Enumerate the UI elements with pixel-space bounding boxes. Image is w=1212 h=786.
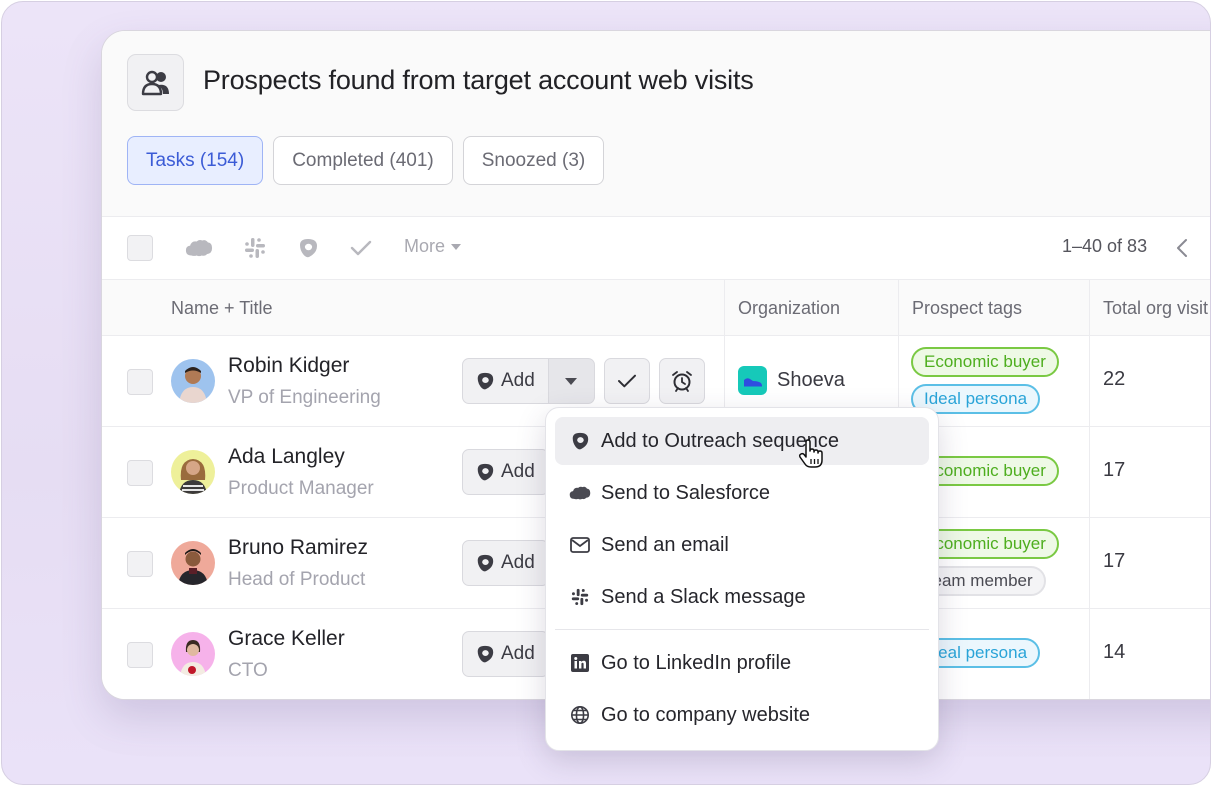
add-label: Add [501, 370, 535, 391]
tab-bar: Tasks (154) Completed (401) Snoozed (3) [127, 136, 605, 185]
caret-down-icon [565, 377, 578, 385]
visit-count: 17 [1103, 459, 1126, 481]
add-to-sequence-button[interactable]: Add [462, 540, 549, 586]
card-header: Prospects found from target account web … [102, 31, 1210, 217]
tab-tasks[interactable]: Tasks (154) [127, 136, 264, 185]
add-to-sequence-button[interactable]: Add [462, 358, 549, 404]
outreach-icon [477, 372, 494, 390]
column-header-total-visits[interactable]: Total org visit [1090, 280, 1208, 336]
linkedin-icon [569, 652, 591, 674]
row-checkbox[interactable] [127, 460, 153, 486]
menu-item-add-to-sequence[interactable]: Add to Outreach sequence [555, 417, 929, 465]
complete-button[interactable] [603, 358, 650, 404]
add-options-dropdown-toggle[interactable] [548, 358, 595, 404]
avatar [171, 359, 215, 403]
add-label: Add [501, 461, 535, 482]
column-divider [1089, 280, 1090, 699]
background-frame: Prospects found from target account web … [1, 1, 1211, 785]
menu-item-company-website[interactable]: Go to company website [555, 691, 929, 739]
add-button-group: Add [462, 358, 705, 404]
column-header-organization[interactable]: Organization [725, 280, 840, 336]
avatar [171, 632, 215, 676]
column-header-prospect-tags[interactable]: Prospect tags [899, 280, 1022, 336]
outreach-icon [477, 554, 494, 572]
organization-name: Shoeva [777, 369, 845, 391]
select-all-checkbox[interactable] [127, 235, 153, 261]
snooze-button[interactable] [658, 358, 705, 404]
alarm-clock-icon [671, 371, 692, 392]
caret-down-icon [451, 243, 462, 250]
pagination-label: 1–40 of 83 [1062, 236, 1148, 256]
prospect-name[interactable]: Ada Langley [228, 445, 345, 469]
row-checkbox[interactable] [127, 551, 153, 577]
row-checkbox[interactable] [127, 642, 153, 668]
slack-icon [569, 586, 591, 608]
menu-item-label: Go to LinkedIn profile [601, 651, 792, 674]
tab-snoozed[interactable]: Snoozed (3) [462, 136, 605, 185]
avatar [171, 450, 215, 494]
check-icon [617, 374, 636, 388]
add-to-sequence-button[interactable]: Add [462, 449, 549, 495]
outreach-icon [477, 463, 494, 481]
salesforce-icon[interactable] [185, 236, 213, 260]
mail-icon [569, 534, 591, 556]
check-icon[interactable] [347, 236, 375, 260]
add-to-sequence-button[interactable]: Add [462, 631, 549, 677]
slack-icon[interactable] [241, 236, 269, 260]
prospect-name[interactable]: Bruno Ramirez [228, 536, 368, 560]
tab-completed[interactable]: Completed (401) [273, 136, 453, 185]
add-button-group: Add [462, 540, 549, 586]
prospect-name[interactable]: Grace Keller [228, 627, 345, 651]
shoeva-logo-icon [738, 366, 767, 395]
chevron-left-icon[interactable] [1172, 235, 1192, 261]
menu-item-linkedin[interactable]: Go to LinkedIn profile [555, 639, 929, 687]
salesforce-icon [569, 482, 591, 504]
add-button-group: Add [462, 449, 549, 495]
avatar [171, 541, 215, 585]
add-options-menu: Add to Outreach sequence Send to Salesfo… [545, 407, 939, 751]
menu-item-label: Send an email [601, 533, 729, 556]
more-label: More [404, 236, 446, 256]
menu-item-send-email[interactable]: Send an email [555, 521, 929, 569]
prospect-name[interactable]: Robin Kidger [228, 354, 349, 378]
people-icon [127, 54, 184, 111]
organization-cell[interactable]: Shoeva [738, 366, 845, 395]
tag-economic-buyer[interactable]: Economic buyer [911, 347, 1059, 377]
menu-divider [555, 629, 929, 630]
prospect-title: Head of Product [228, 569, 366, 590]
visit-count: 22 [1103, 368, 1126, 390]
menu-item-label: Send to Salesforce [601, 481, 770, 504]
menu-item-label: Add to Outreach sequence [601, 429, 839, 452]
menu-item-send-slack[interactable]: Send a Slack message [555, 573, 929, 621]
outreach-icon[interactable] [294, 236, 322, 260]
page-title: Prospects found from target account web … [203, 65, 754, 95]
visit-count: 17 [1103, 550, 1126, 572]
tag-list: Economic buyer Ideal persona [911, 347, 1059, 414]
bulk-toolbar: More 1–40 of 83 [102, 217, 1210, 280]
prospect-title: VP of Engineering [228, 387, 381, 408]
visit-count: 14 [1103, 641, 1126, 663]
prospect-title: Product Manager [228, 478, 374, 499]
column-header-name[interactable]: Name + Title [158, 280, 273, 336]
menu-item-label: Send a Slack message [601, 585, 806, 608]
outreach-icon [477, 645, 494, 663]
outreach-icon [569, 430, 591, 452]
menu-item-send-to-salesforce[interactable]: Send to Salesforce [555, 469, 929, 517]
add-button-group: Add [462, 631, 549, 677]
more-dropdown[interactable]: More [404, 236, 462, 257]
add-label: Add [501, 552, 535, 573]
add-label: Add [501, 643, 535, 664]
menu-item-label: Go to company website [601, 703, 810, 726]
table-header: Name + Title Organization Prospect tags … [102, 280, 1210, 336]
globe-icon [569, 704, 591, 726]
row-checkbox[interactable] [127, 369, 153, 395]
prospect-title: CTO [228, 660, 268, 681]
